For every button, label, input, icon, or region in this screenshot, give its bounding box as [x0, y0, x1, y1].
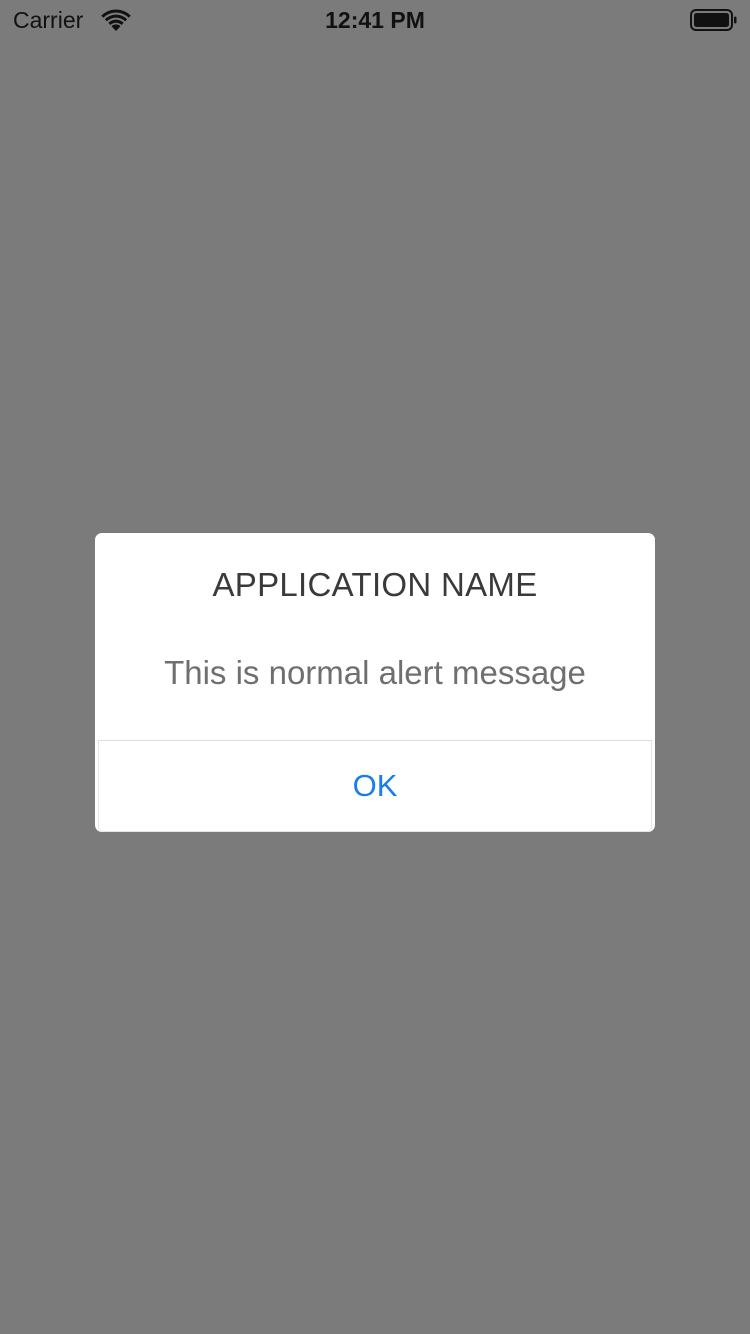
status-time: 12:41 PM	[325, 7, 425, 33]
alert-message: This is normal alert message	[164, 654, 586, 691]
alert-dialog: APPLICATION NAME This is normal alert me…	[95, 533, 655, 832]
ok-button[interactable]: OK	[98, 741, 652, 832]
status-bar: Carrier 12:41 PM	[0, 0, 750, 40]
battery-icon	[690, 9, 738, 31]
alert-title: APPLICATION NAME	[212, 566, 538, 603]
